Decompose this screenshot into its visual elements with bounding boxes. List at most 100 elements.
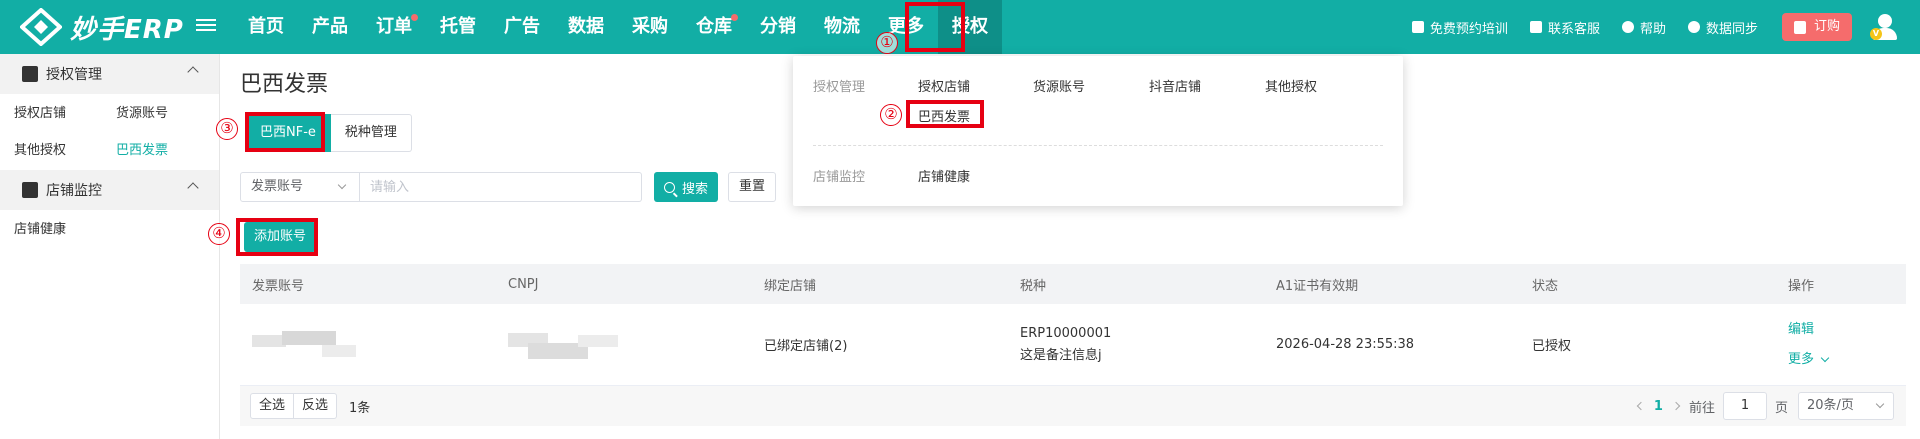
page-size-select[interactable]: 20条/页 — [1798, 392, 1894, 420]
tab-group: 巴西NF-e 税种管理 — [245, 114, 412, 152]
nav-data[interactable]: 数据 — [554, 0, 618, 54]
tax-note-value: 这是备注信息j — [1020, 347, 1102, 363]
search-input[interactable] — [360, 172, 642, 202]
store-icon — [22, 66, 38, 82]
nav-orders[interactable]: 订单 — [362, 0, 426, 54]
order-button[interactable]: 订购 — [1781, 13, 1852, 41]
search-icon — [664, 181, 675, 193]
dropdown-item-store-health[interactable]: 店铺健康 — [918, 166, 970, 185]
sidebar-item-other-auth[interactable]: 其他授权 — [14, 139, 116, 158]
presentation-icon — [1411, 21, 1424, 33]
dropdown-section-auth: 授权管理 — [813, 80, 866, 95]
prev-page-icon[interactable] — [1636, 401, 1646, 411]
next-page-icon[interactable] — [1671, 401, 1681, 411]
brand-logo[interactable]: 妙手ERP — [19, 7, 184, 47]
nav-home[interactable]: 首页 — [234, 0, 298, 54]
nav-logistics[interactable]: 物流 — [810, 0, 874, 54]
authorization-dropdown: 授权管理 授权店铺 货源账号 抖音店铺 其他授权 巴西发票 店铺监控 店铺健康 — [793, 56, 1403, 206]
notification-dot — [731, 14, 738, 21]
sidebar: 授权管理 授权店铺 货源账号 其他授权 巴西发票 店铺监控 店铺健康 — [0, 54, 220, 439]
sidebar-links-monitor: 店铺健康 — [0, 210, 219, 249]
tab-brazil-nfe[interactable]: 巴西NF-e — [245, 114, 331, 152]
nav-products[interactable]: 产品 — [298, 0, 362, 54]
table-row: 已绑定店铺(2) ERP10000001 这是备注信息j 2026-04-28 … — [240, 304, 1906, 386]
sidebar-item-source-accounts[interactable]: 货源账号 — [116, 102, 218, 121]
filter-bar: 发票账号 搜索 重置 — [240, 172, 777, 202]
sidebar-group-auth[interactable]: 授权管理 — [0, 54, 219, 94]
dropdown-section-monitor: 店铺监控 — [813, 170, 866, 185]
top-navbar: 妙手ERP 首页 产品 订单 托管 广告 数据 采购 仓库 分销 物流 更多 授… — [0, 0, 1920, 54]
step-marker-2: ② — [880, 104, 902, 126]
select-all-button[interactable]: 全选 — [250, 393, 295, 419]
col-actions: 操作 — [1788, 278, 1815, 294]
help-link[interactable]: 帮助 — [1621, 18, 1666, 37]
logo-mark-icon — [19, 7, 63, 47]
chevron-up-icon — [187, 66, 199, 78]
page-unit: 页 — [1774, 400, 1788, 416]
step-marker-4: ④ — [208, 223, 230, 245]
sidebar-item-store-health[interactable]: 店铺健康 — [14, 218, 116, 237]
table-header: 发票账号 CNPJ 绑定店铺 税种 A1证书有效期 状态 操作 — [240, 264, 1906, 304]
bound-store-value: 已绑定店铺(2) — [764, 339, 848, 354]
nav-hosting[interactable]: 托管 — [426, 0, 490, 54]
user-avatar-icon[interactable]: V — [1870, 12, 1900, 42]
status-value: 已授权 — [1532, 339, 1572, 354]
header-tools: 免费预约培训 联系客服 帮助 数据同步 订购 V — [1390, 0, 1900, 54]
col-bound-store: 绑定店铺 — [764, 278, 817, 294]
chevron-up-icon — [187, 182, 199, 194]
shopping-bag-icon — [1793, 20, 1806, 34]
chevron-down-icon — [1875, 399, 1885, 409]
current-page[interactable]: 1 — [1654, 399, 1663, 414]
sidebar-item-authorized-stores[interactable]: 授权店铺 — [14, 102, 116, 121]
data-sync-link[interactable]: 数据同步 — [1687, 18, 1758, 37]
col-tax-type: 税种 — [1020, 278, 1047, 294]
redacted-account-value — [252, 327, 362, 363]
field-select[interactable]: 发票账号 — [240, 172, 360, 202]
accounts-table: 发票账号 CNPJ 绑定店铺 税种 A1证书有效期 状态 操作 已绑定店铺(2)… — [240, 264, 1906, 426]
sidebar-links-auth: 授权店铺 货源账号 其他授权 巴西发票 — [0, 94, 219, 170]
dropdown-item-authorized-stores[interactable]: 授权店铺 — [918, 76, 970, 95]
help-icon — [1621, 21, 1634, 33]
dropdown-item-other-auth[interactable]: 其他授权 — [1265, 76, 1317, 95]
nav-authorization[interactable]: 授权 — [938, 0, 1002, 54]
cert-expiry-value: 2026-04-28 23:55:38 — [1276, 337, 1415, 352]
nav-ads[interactable]: 广告 — [490, 0, 554, 54]
sync-icon — [1687, 21, 1700, 33]
search-button[interactable]: 搜索 — [654, 172, 719, 202]
brand-name: 妙手ERP — [70, 14, 184, 45]
training-link[interactable]: 免费预约培训 — [1411, 18, 1508, 37]
dropdown-item-source-accounts[interactable]: 货源账号 — [1033, 76, 1085, 95]
add-account-button[interactable]: 添加账号 — [244, 222, 317, 252]
record-count: 1条 — [349, 400, 371, 416]
person-icon — [22, 182, 38, 198]
support-link[interactable]: 联系客服 — [1529, 18, 1600, 37]
tab-tax-management[interactable]: 税种管理 — [330, 114, 412, 152]
step-marker-3: ③ — [216, 118, 238, 140]
goto-label: 前往 — [1688, 400, 1715, 416]
more-actions-link[interactable]: 更多 — [1788, 345, 1906, 375]
dropdown-item-brazil-invoice[interactable]: 巴西发票 — [918, 106, 970, 125]
menu-toggle-icon[interactable] — [196, 16, 216, 36]
dropdown-divider — [813, 145, 1383, 146]
reset-button[interactable]: 重置 — [728, 172, 777, 202]
redacted-cnpj-value — [508, 327, 618, 363]
table-footer: 全选 反选 1条 1 前往 1 页 20条/页 — [240, 386, 1906, 426]
chat-icon — [1529, 21, 1542, 33]
nav-purchase[interactable]: 采购 — [618, 0, 682, 54]
goto-page-input[interactable]: 1 — [1722, 392, 1767, 420]
tax-code-value: ERP10000001 — [1020, 325, 1112, 341]
col-cnpj: CNPJ — [508, 276, 539, 292]
col-status: 状态 — [1532, 278, 1559, 294]
sidebar-item-brazil-invoice[interactable]: 巴西发票 — [116, 139, 218, 158]
chevron-down-icon — [1820, 353, 1830, 362]
page-title: 巴西发票 — [240, 72, 329, 97]
sidebar-group-monitor[interactable]: 店铺监控 — [0, 170, 219, 210]
edit-link[interactable]: 编辑 — [1788, 315, 1906, 345]
nav-warehouse[interactable]: 仓库 — [682, 0, 746, 54]
chevron-down-icon — [337, 180, 347, 190]
nav-distribution[interactable]: 分销 — [746, 0, 810, 54]
pagination: 1 前往 1 页 20条/页 — [1628, 392, 1894, 420]
notification-dot — [411, 14, 418, 21]
invert-selection-button[interactable]: 反选 — [294, 393, 338, 419]
dropdown-item-douyin-stores[interactable]: 抖音店铺 — [1149, 76, 1201, 95]
